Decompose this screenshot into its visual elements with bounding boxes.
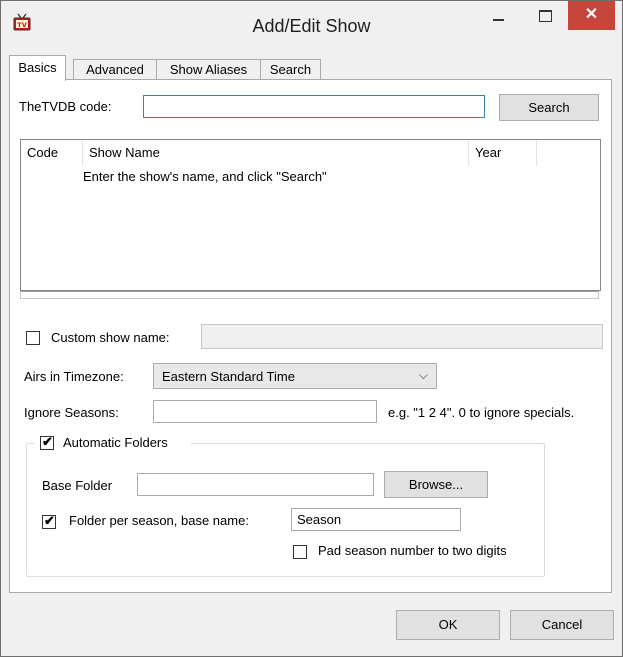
base-folder-input[interactable] (137, 473, 374, 496)
chevron-down-icon: ⌵ (418, 368, 428, 382)
automatic-folders-header: ✔ Automatic Folders (34, 434, 191, 452)
search-button[interactable]: Search (499, 94, 599, 121)
column-code[interactable]: Code (21, 140, 83, 166)
custom-name-label: Custom show name: (51, 330, 170, 345)
cancel-button[interactable]: Cancel (510, 610, 614, 640)
tvdb-code-label: TheTVDB code: (19, 99, 112, 114)
checkmark-icon: ✔ (44, 513, 55, 528)
automatic-folders-group: ✔ Automatic Folders Base Folder Browse..… (26, 434, 545, 577)
ignore-seasons-label: Ignore Seasons: (24, 405, 119, 420)
tab-show-aliases[interactable]: Show Aliases (156, 59, 261, 80)
custom-name-input[interactable] (201, 324, 603, 349)
close-icon: ✕ (584, 6, 599, 23)
ignore-seasons-hint: e.g. "1 2 4". 0 to ignore specials. (388, 405, 575, 420)
timezone-select[interactable]: Eastern Standard Time ⌵ (153, 363, 437, 389)
folder-per-season-checkbox[interactable]: ✔ (42, 513, 56, 529)
close-button[interactable]: ✕ (568, 1, 615, 30)
column-show-name[interactable]: Show Name (83, 140, 469, 166)
search-results-list[interactable]: Code Show Name Year Enter the show's nam… (20, 139, 601, 291)
automatic-folders-checkbox[interactable]: ✔ (40, 434, 54, 450)
folder-per-season-label: Folder per season, base name: (69, 513, 249, 528)
basics-panel: TheTVDB code: Search Code Show Name Year… (9, 79, 612, 593)
browse-button[interactable]: Browse... (384, 471, 488, 498)
tvdb-code-input[interactable] (143, 95, 485, 118)
list-empty-hint: Enter the show's name, and click "Search… (83, 169, 327, 184)
season-base-name-input[interactable]: Season (291, 508, 461, 531)
timezone-value: Eastern Standard Time (162, 369, 295, 384)
timezone-label: Airs in Timezone: (24, 369, 124, 384)
add-edit-show-dialog: TV Add/Edit Show ✕ Basics Advanced Show … (0, 0, 623, 657)
tab-search[interactable]: Search (260, 59, 321, 80)
pad-season-checkbox[interactable] (293, 545, 307, 559)
base-folder-label: Base Folder (42, 478, 113, 493)
dialog-footer: OK Cancel (1, 599, 622, 656)
tab-advanced[interactable]: Advanced (73, 59, 157, 80)
title-bar[interactable]: TV Add/Edit Show ✕ (1, 1, 622, 49)
results-splitter[interactable] (20, 291, 599, 299)
automatic-folders-label: Automatic Folders (63, 435, 168, 450)
checkmark-icon: ✔ (42, 434, 53, 449)
custom-name-checkbox[interactable] (26, 331, 40, 345)
tab-basics[interactable]: Basics (9, 55, 66, 81)
ignore-seasons-input[interactable] (153, 400, 377, 423)
column-year[interactable]: Year (469, 140, 537, 166)
ok-button[interactable]: OK (396, 610, 500, 640)
pad-season-label: Pad season number to two digits (318, 543, 507, 558)
minimize-button[interactable] (475, 1, 521, 31)
maximize-button[interactable] (522, 1, 568, 31)
